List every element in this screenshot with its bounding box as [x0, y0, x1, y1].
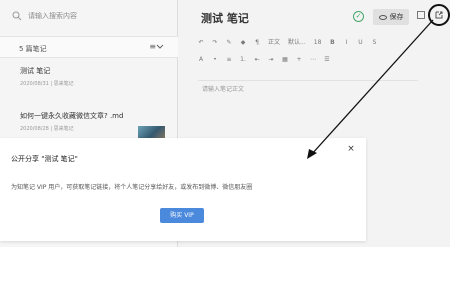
- redo-icon[interactable]: ↷: [212, 39, 218, 47]
- table-button[interactable]: ▦: [282, 56, 288, 64]
- search-input[interactable]: 请输入搜索内容: [12, 7, 172, 25]
- eraser-icon[interactable]: ◆: [240, 39, 246, 47]
- outdent-button[interactable]: ⇤: [254, 56, 260, 64]
- note-date: 2020/08/31 | 思来笔记: [20, 81, 74, 87]
- sort-button[interactable]: ≡: [149, 42, 164, 51]
- align-button[interactable]: ≡: [226, 56, 232, 64]
- list-view-button[interactable]: ☰: [324, 56, 330, 64]
- highlight-circle: [428, 4, 450, 26]
- underline-button[interactable]: U: [357, 39, 363, 47]
- note-title: 测试 笔记: [20, 67, 51, 75]
- dialog-title: 公开分享 "测试 笔记": [11, 155, 78, 163]
- list-item[interactable]: 测试 笔记 2020/08/31 | 思来笔记: [0, 66, 178, 104]
- search-icon: [12, 11, 22, 21]
- insert-button[interactable]: +: [296, 56, 302, 64]
- close-icon[interactable]: ×: [347, 145, 355, 154]
- indent-button[interactable]: ⇥: [268, 56, 274, 64]
- chevron-down-icon: [156, 44, 164, 49]
- note-list-header: 5 篇笔记 ≡: [0, 36, 178, 58]
- eye-icon: [378, 14, 387, 20]
- brush-icon[interactable]: ✎: [226, 39, 232, 47]
- bold-button[interactable]: B: [329, 39, 335, 47]
- editor-title-bar: 测试 笔记 ✓ 保存: [178, 0, 450, 30]
- share-dialog: 公开分享 "测试 笔记" 为知笔记 VIP 用户，可获取笔记链接，将个人笔记分享…: [0, 138, 366, 241]
- numbered-list-button[interactable]: 1.: [240, 56, 246, 64]
- undo-icon[interactable]: ↶: [198, 39, 204, 47]
- font-family-select[interactable]: 默认...: [288, 39, 306, 47]
- note-count: 5 篇笔记: [19, 45, 47, 53]
- italic-button[interactable]: I: [343, 39, 349, 47]
- note-title: 如何一键永久收藏微信文章? .md: [20, 112, 124, 120]
- sort-icon: ≡: [149, 42, 156, 51]
- check-icon: ✓: [353, 11, 364, 22]
- editor-divider: [198, 80, 418, 81]
- expand-icon[interactable]: [417, 11, 425, 19]
- search-placeholder: 请输入搜索内容: [28, 12, 77, 20]
- bullet-list-button[interactable]: •: [212, 56, 218, 64]
- save-label: 保存: [389, 13, 404, 21]
- paragraph-style-select[interactable]: 正文: [268, 39, 280, 47]
- text-color-button[interactable]: A: [198, 56, 204, 64]
- dialog-message: 为知笔记 VIP 用户，可获取笔记链接，将个人笔记分享给好友，或发布到微博、微信…: [11, 184, 253, 191]
- save-button[interactable]: 保存: [373, 9, 409, 25]
- paragraph-icon[interactable]: ¶: [254, 39, 260, 47]
- buy-vip-button[interactable]: 购买 VIP: [160, 208, 204, 223]
- insert-toolbar: A • ≡ 1. ⇤ ⇥ ▦ + ⋯ ☰: [198, 53, 443, 67]
- font-size-select[interactable]: 18: [314, 39, 322, 47]
- formatting-toolbar: ↶ ↷ ✎ ◆ ¶ 正文 默认... 18 B I U S: [198, 36, 443, 50]
- more-button[interactable]: ⋯: [310, 56, 316, 64]
- page-title: 测试 笔记: [201, 12, 249, 25]
- strikethrough-button[interactable]: S: [371, 39, 377, 47]
- editor-placeholder[interactable]: 请输入笔记正文: [202, 84, 244, 93]
